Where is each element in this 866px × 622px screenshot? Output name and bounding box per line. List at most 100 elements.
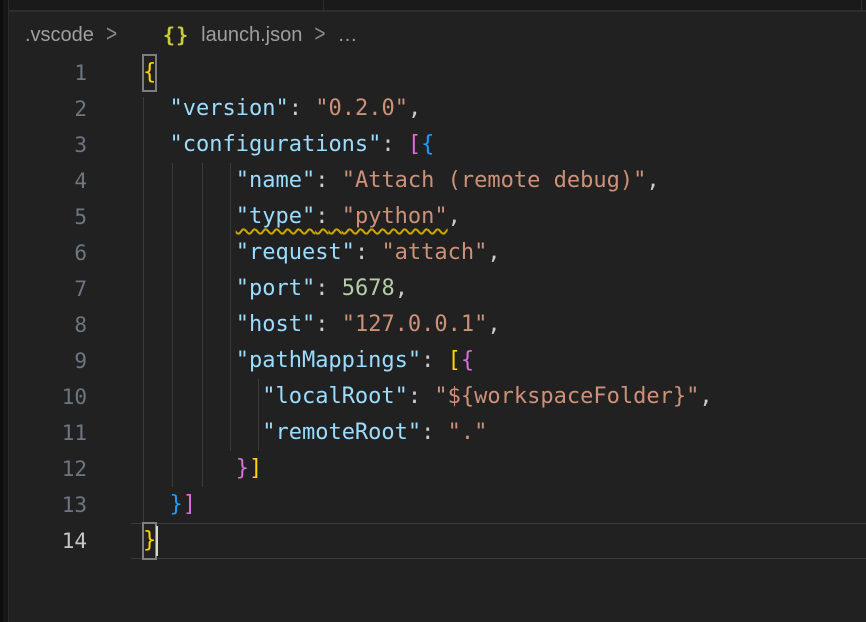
line-number[interactable]: 11	[0, 415, 87, 451]
matched-bracket: }	[143, 523, 156, 559]
token: :	[421, 348, 434, 373]
token: ,	[395, 276, 408, 301]
code-line[interactable]: 14}	[0, 523, 866, 559]
code-text: }]	[143, 451, 262, 487]
token	[143, 132, 170, 157]
line-number[interactable]: 6	[0, 235, 87, 271]
code-text: "name": "Attach (remote debug)",	[143, 163, 660, 199]
line-number[interactable]: 4	[0, 163, 87, 199]
token: :	[315, 168, 328, 193]
window-left-edge	[0, 0, 9, 622]
token: "version"	[170, 96, 289, 121]
token	[421, 384, 434, 409]
token	[143, 276, 236, 301]
code-lines: 1{2 "version": "0.2.0",3 "configurations…	[0, 55, 866, 559]
code-text: "remoteRoot": "."	[143, 415, 487, 451]
line-number[interactable]: 5	[0, 199, 87, 235]
token: }	[236, 456, 249, 481]
token	[143, 240, 236, 265]
code-text: "type": "python",	[143, 199, 461, 235]
token: 5678	[342, 276, 395, 301]
token	[143, 348, 236, 373]
vscode-editor-window: .vscode > {} launch.json > … 1{2 "versio…	[0, 0, 866, 622]
code-line[interactable]: 11 "remoteRoot": "."	[0, 415, 866, 451]
code-text: "version": "0.2.0",	[143, 91, 421, 127]
token: }	[170, 492, 183, 517]
line-number[interactable]: 7	[0, 271, 87, 307]
code-line[interactable]: 2 "version": "0.2.0",	[0, 91, 866, 127]
code-text: "port": 5678,	[143, 271, 408, 307]
line-number[interactable]: 9	[0, 343, 87, 379]
token: "configurations"	[170, 132, 382, 157]
code-line[interactable]: 9 "pathMappings": [{	[0, 343, 866, 379]
warning-squiggle: "type": "python"	[236, 204, 448, 229]
text-cursor	[156, 526, 158, 556]
code-line[interactable]: 4 "name": "Attach (remote debug)",	[0, 163, 866, 199]
json-braces-icon: {}	[163, 23, 189, 47]
token	[434, 420, 447, 445]
token	[143, 168, 236, 193]
token	[302, 96, 315, 121]
tab-separator	[861, 0, 862, 12]
token: "localRoot"	[262, 384, 408, 409]
code-text: {	[143, 55, 156, 91]
token: [	[408, 132, 421, 157]
line-number[interactable]: 1	[0, 55, 87, 91]
matched-bracket: {	[143, 55, 156, 91]
code-line[interactable]: 13 }]	[0, 487, 866, 523]
token: "pathMappings"	[236, 348, 421, 373]
token: "request"	[236, 240, 355, 265]
chevron-right-icon: >	[106, 21, 117, 49]
token	[328, 168, 341, 193]
token: :	[315, 276, 328, 301]
token: ,	[646, 168, 659, 193]
token	[143, 456, 236, 481]
token	[434, 348, 447, 373]
code-text: }	[143, 523, 156, 559]
token: "Attach (remote debug)"	[342, 168, 647, 193]
token: "name"	[236, 168, 315, 193]
code-text: "host": "127.0.0.1",	[143, 307, 501, 343]
editor-pane[interactable]: 1{2 "version": "0.2.0",3 "configurations…	[0, 0, 866, 622]
line-number[interactable]: 14	[0, 523, 87, 559]
token	[328, 312, 341, 337]
tab-bar-strip	[9, 0, 866, 12]
breadcrumb-symbol-overflow[interactable]: …	[337, 24, 357, 47]
code-line[interactable]: 6 "request": "attach",	[0, 235, 866, 271]
line-number[interactable]: 12	[0, 451, 87, 487]
token: ]	[249, 456, 262, 481]
code-line[interactable]: 5 "type": "python",	[0, 199, 866, 235]
token: ,	[699, 384, 712, 409]
token: ,	[487, 312, 500, 337]
line-number[interactable]: 13	[0, 487, 87, 523]
token: ]	[183, 492, 196, 517]
token: {	[461, 348, 474, 373]
token: :	[289, 96, 302, 121]
token: :	[381, 132, 394, 157]
token: "${workspaceFolder}"	[434, 384, 699, 409]
code-line[interactable]: 12 }]	[0, 451, 866, 487]
code-text: }]	[143, 487, 196, 523]
token: "python"	[342, 204, 448, 229]
breadcrumb-folder[interactable]: .vscode	[25, 24, 94, 47]
token: :	[408, 384, 421, 409]
token: "remoteRoot"	[262, 420, 421, 445]
code-line[interactable]: 1{	[0, 55, 866, 91]
line-number[interactable]: 10	[0, 379, 87, 415]
token: "."	[448, 420, 488, 445]
line-number[interactable]: 2	[0, 91, 87, 127]
token	[143, 96, 170, 121]
token: "type"	[236, 204, 315, 229]
token	[143, 492, 170, 517]
token: "127.0.0.1"	[342, 312, 488, 337]
token: "host"	[236, 312, 315, 337]
code-line[interactable]: 3 "configurations": [{	[0, 127, 866, 163]
code-line[interactable]: 8 "host": "127.0.0.1",	[0, 307, 866, 343]
line-number[interactable]: 8	[0, 307, 87, 343]
code-line[interactable]: 10 "localRoot": "${workspaceFolder}",	[0, 379, 866, 415]
token	[143, 384, 262, 409]
breadcrumb-file[interactable]: launch.json	[201, 24, 302, 47]
code-line[interactable]: 7 "port": 5678,	[0, 271, 866, 307]
code-text: "pathMappings": [{	[143, 343, 474, 379]
line-number[interactable]: 3	[0, 127, 87, 163]
